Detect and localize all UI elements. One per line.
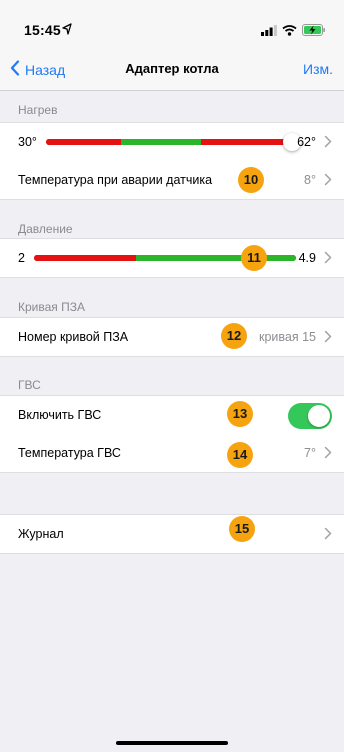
heating-low-segment <box>46 139 121 145</box>
section-header-dhw: ГВС <box>18 378 41 392</box>
dhw-temp-value: 7° <box>304 446 316 460</box>
section-header-heating: Нагрев <box>18 103 58 117</box>
page-title: Адаптер котла <box>125 61 219 76</box>
chevron-right-icon <box>324 446 332 464</box>
callout-badge-14: 14 <box>227 442 253 468</box>
curve-number-label: Номер кривой ПЗА <box>18 330 129 344</box>
battery-charging-icon <box>302 23 326 41</box>
heating-min-value: 30° <box>18 135 37 149</box>
toggle-knob <box>308 405 330 427</box>
sensor-fault-temp-label: Температура при аварии датчика <box>18 173 213 187</box>
callout-badge-10: 10 <box>238 167 264 193</box>
curve-number-row[interactable]: Номер кривой ПЗА 12 кривая 15 <box>0 317 344 357</box>
callout-badge-12: 12 <box>221 323 247 349</box>
dhw-enable-label: Включить ГВС <box>18 408 102 422</box>
status-time: 15:45 <box>24 22 61 38</box>
edit-button[interactable]: Изм. <box>303 61 333 77</box>
dhw-temp-row[interactable]: Температура ГВС 14 7° <box>0 434 344 473</box>
status-bar: 15:45 <box>0 0 344 46</box>
heating-range-track[interactable] <box>46 133 301 151</box>
chevron-right-icon <box>324 173 332 191</box>
chevron-right-icon <box>324 330 332 348</box>
location-arrow-icon <box>62 22 72 40</box>
heating-normal-segment <box>121 139 201 145</box>
pressure-max-value: 4.9 <box>298 251 316 265</box>
home-indicator[interactable] <box>116 741 228 745</box>
chevron-right-icon <box>324 135 332 153</box>
dhw-enable-toggle[interactable] <box>288 403 332 429</box>
pressure-low-segment <box>34 255 136 261</box>
callout-badge-15: 15 <box>229 516 255 542</box>
sensor-fault-temp-row[interactable]: Температура при аварии датчика 10 8° <box>0 161 344 200</box>
pressure-range-row[interactable]: 2 11 4.9 <box>0 238 344 278</box>
callout-badge-11: 11 <box>241 245 267 271</box>
signal-icon <box>261 23 277 41</box>
curve-number-value: кривая 15 <box>258 330 316 344</box>
chevron-right-icon <box>324 251 332 269</box>
journal-label: Журнал <box>18 527 64 541</box>
heating-high-segment <box>201 139 296 145</box>
pressure-normal-segment <box>136 255 296 261</box>
section-header-pressure: Давление <box>18 222 73 236</box>
chevron-right-icon <box>324 527 332 545</box>
heating-max-value: 62° <box>297 135 316 149</box>
callout-badge-13: 13 <box>227 401 253 427</box>
sensor-fault-temp-value: 8° <box>304 173 316 187</box>
journal-row[interactable]: Журнал 15 <box>0 514 344 554</box>
dhw-temp-label: Температура ГВС <box>18 446 121 460</box>
navigation-bar: Назад Адаптер котла Изм. <box>0 46 344 91</box>
pressure-min-value: 2 <box>18 251 25 265</box>
dhw-enable-row: Включить ГВС 13 <box>0 395 344 435</box>
wifi-icon <box>282 23 297 41</box>
heating-range-row[interactable]: 30° 62° <box>0 122 344 162</box>
section-header-curve: Кривая ПЗА <box>18 300 85 314</box>
